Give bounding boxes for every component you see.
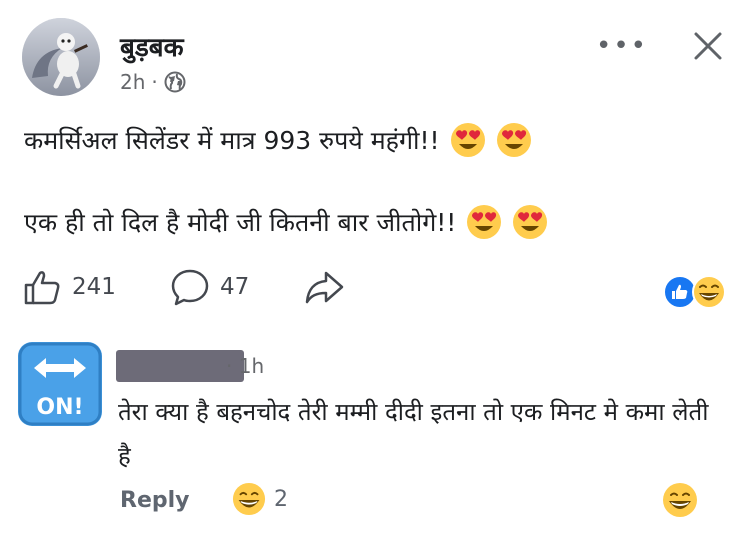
grinning-emoji-icon — [232, 482, 266, 516]
post-text: कमर्सिअल सिलेंडर में मात्र 993 रुपये महं… — [24, 126, 440, 155]
post-text-line-2: एक ही तो दिल है मोदी जी कितनी बार जीतोगे… — [24, 204, 548, 240]
comment-text: तेरा क्या है बहनचोद तेरी मम्मी दीदी इतना… — [118, 398, 709, 470]
post-meta: 2h · — [120, 70, 186, 94]
comment-time: · 1h — [226, 354, 265, 378]
post-text: एक ही तो दिल है मोदी जी कितनी बार जीतोगे… — [24, 208, 457, 237]
meta-separator: · — [151, 70, 158, 94]
more-options-button[interactable]: ••• — [596, 26, 646, 66]
post-header: बुड़बक 2h · ••• — [22, 18, 730, 104]
post-text-line-1: कमर्सिअल सिलेंडर में मात्र 993 रुपये महं… — [24, 122, 532, 158]
avatar-label: ON! — [36, 395, 83, 420]
heart-eyes-emoji-icon — [513, 205, 548, 239]
heart-eyes-emoji-icon — [467, 205, 502, 239]
author-name[interactable]: बुड़बक — [120, 28, 184, 64]
comment-bubble-icon — [171, 269, 209, 306]
like-button[interactable]: 241 — [22, 264, 116, 310]
like-count: 241 — [72, 274, 116, 300]
heart-eyes-emoji-icon — [496, 123, 531, 157]
close-icon[interactable] — [686, 24, 730, 68]
post-action-bar: 241 47 — [22, 264, 732, 310]
thumbs-up-icon — [24, 271, 60, 305]
heart-eyes-emoji-icon — [450, 123, 485, 157]
comment-count: 47 — [220, 274, 250, 300]
reply-button[interactable]: Reply — [120, 488, 190, 513]
comment-reaction-summary[interactable]: 2 — [232, 482, 288, 516]
author-avatar[interactable] — [22, 18, 100, 96]
globe-icon — [164, 71, 186, 93]
redacted-commenter-name — [116, 350, 244, 382]
comment-item: ON! · 1h तेरा क्या है बहनचोद तेरी मम्मी … — [18, 342, 734, 542]
comment-button[interactable]: 47 — [170, 264, 249, 310]
reactions-summary-icon[interactable] — [662, 274, 728, 310]
post-time[interactable]: 2h — [120, 70, 145, 94]
commenter-avatar[interactable]: ON! — [18, 342, 102, 426]
comment-reaction-count: 2 — [274, 486, 288, 512]
share-button[interactable] — [304, 264, 346, 310]
share-arrow-icon — [305, 271, 344, 304]
grinning-emoji-react-icon[interactable] — [662, 482, 698, 518]
